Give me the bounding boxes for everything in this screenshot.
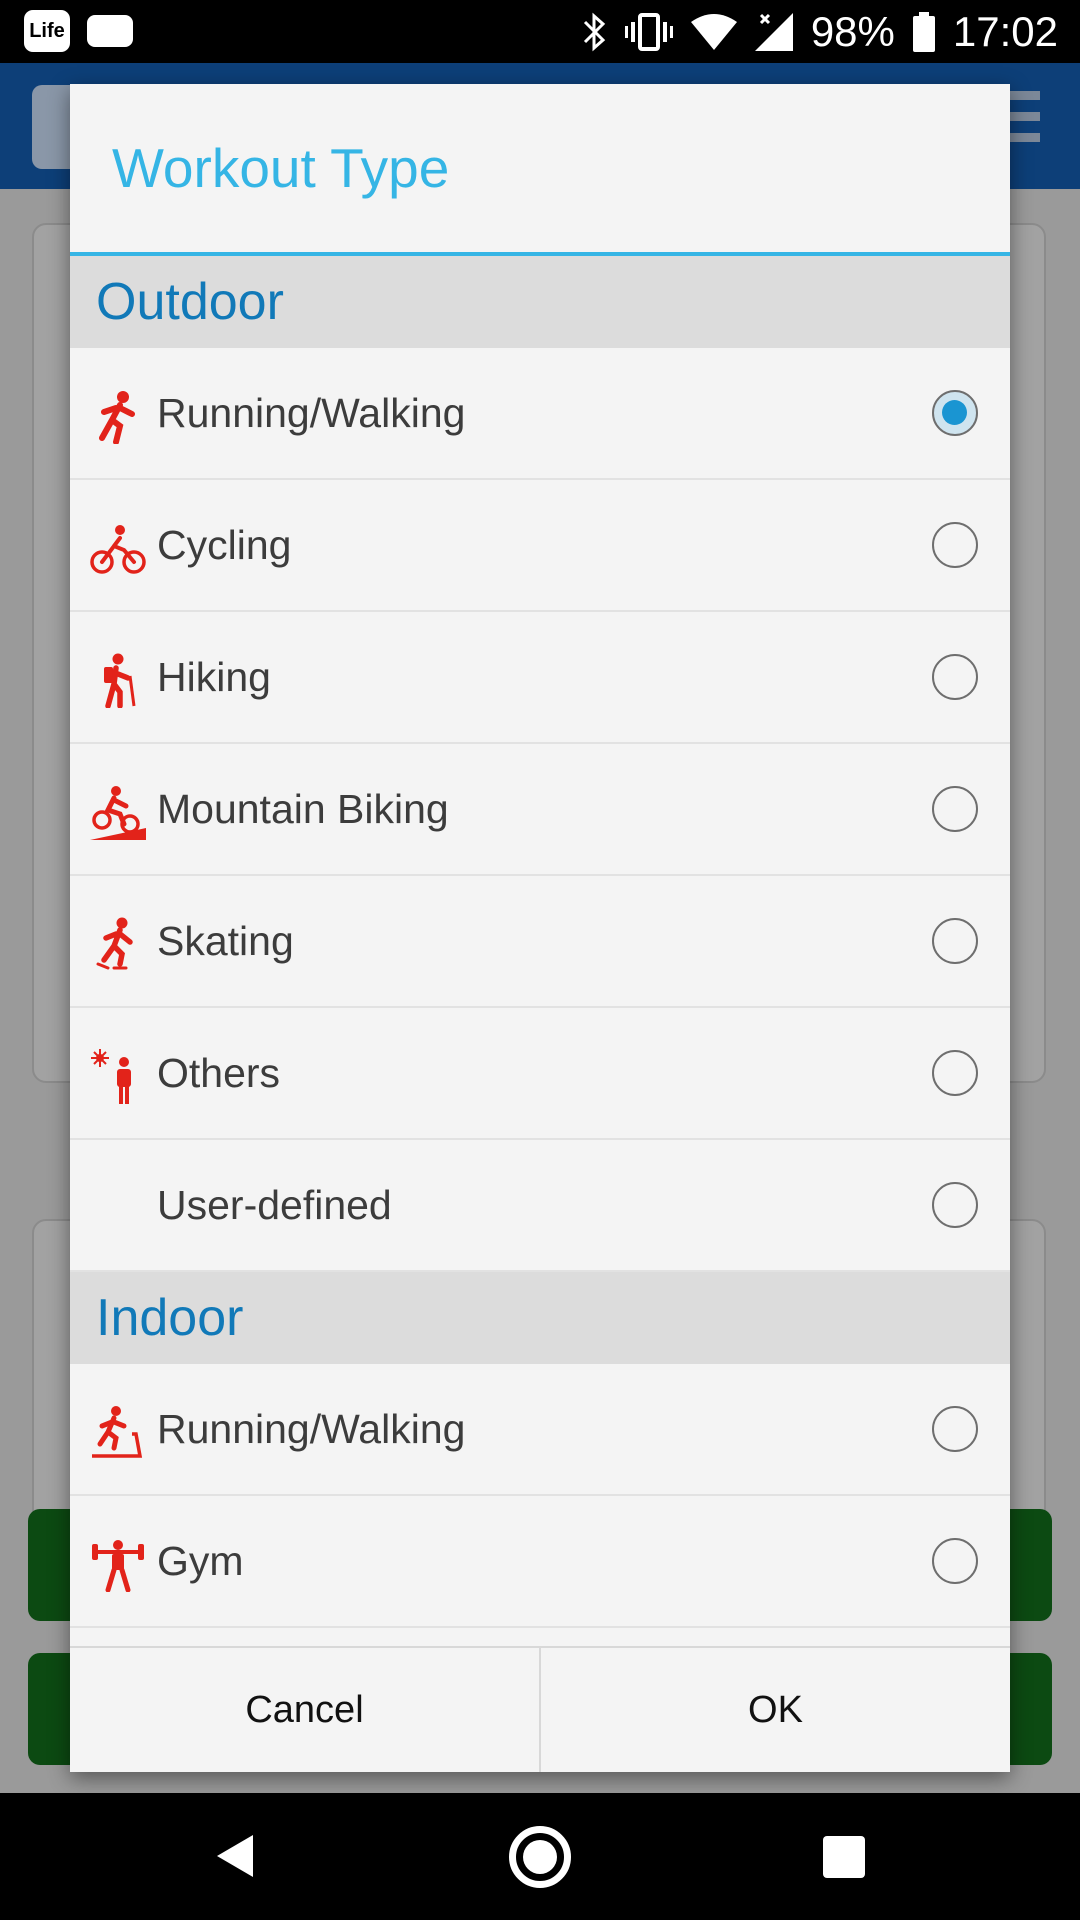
radio-button[interactable]	[932, 654, 978, 700]
battery-icon	[912, 11, 935, 52]
life-app-icon: Life	[24, 10, 70, 52]
hiking-icon	[104, 653, 136, 708]
list-item-outdoor-mountain-biking[interactable]: Mountain Biking	[70, 744, 1010, 876]
item-label: Cycling	[157, 521, 292, 568]
bluetooth-icon	[583, 12, 606, 51]
radio-button-selected[interactable]	[932, 390, 978, 436]
battery-percent: 98%	[810, 7, 895, 55]
section-header-indoor: Indoor	[70, 1272, 1010, 1364]
cancel-button[interactable]: Cancel	[70, 1648, 539, 1772]
cell-signal-icon	[754, 12, 793, 51]
section-header-outdoor: Outdoor	[70, 256, 1010, 348]
item-label: Running/Walking	[157, 389, 466, 436]
radio-button[interactable]	[932, 1050, 978, 1096]
clock: 17:02	[952, 7, 1058, 55]
list-item-outdoor-running-walking[interactable]: Running/Walking	[70, 348, 1010, 480]
home-icon[interactable]	[509, 1826, 571, 1888]
radio-button[interactable]	[932, 1406, 978, 1452]
workout-type-dialog: Workout Type Outdoor Running/Walking Cyc…	[70, 84, 1010, 1772]
workout-type-list[interactable]: Outdoor Running/Walking Cycling Hiking M…	[70, 256, 1010, 1628]
ok-button[interactable]: OK	[539, 1648, 1010, 1772]
recents-icon[interactable]	[823, 1836, 865, 1878]
skating-icon	[96, 917, 133, 970]
radio-button[interactable]	[932, 1538, 978, 1584]
radio-button[interactable]	[932, 786, 978, 832]
treadmill-icon	[92, 1406, 143, 1458]
vibrate-icon	[624, 12, 673, 51]
navigation-bar	[0, 1793, 1080, 1920]
cycling-icon	[90, 525, 146, 574]
back-icon[interactable]	[215, 1833, 255, 1879]
item-label: Hiking	[157, 653, 271, 700]
list-item-outdoor-cycling[interactable]: Cycling	[70, 480, 1010, 612]
radio-button[interactable]	[932, 522, 978, 568]
running-icon	[99, 391, 135, 444]
item-label: Gym	[157, 1537, 244, 1584]
list-item-outdoor-skating[interactable]: Skating	[70, 876, 1010, 1008]
item-label: User-defined	[157, 1181, 392, 1228]
status-bar: Life 98% 17:02	[0, 0, 1080, 63]
weightlifting-icon	[92, 1540, 144, 1592]
dialog-button-bar: Cancel OK	[70, 1646, 1010, 1772]
dialog-title: Workout Type	[112, 137, 450, 199]
message-icon	[87, 15, 133, 47]
list-item-indoor-running-walking[interactable]: Running/Walking	[70, 1364, 1010, 1496]
list-item-outdoor-user-defined[interactable]: User-defined	[70, 1140, 1010, 1272]
list-item-outdoor-hiking[interactable]: Hiking	[70, 612, 1010, 744]
wifi-icon	[690, 13, 737, 50]
radio-button[interactable]	[932, 1182, 978, 1228]
list-item-outdoor-others[interactable]: Others	[70, 1008, 1010, 1140]
radio-button[interactable]	[932, 918, 978, 964]
item-label: Others	[157, 1049, 281, 1096]
mountain-biking-icon	[90, 786, 146, 840]
outdoor-others-icon	[91, 1049, 131, 1104]
item-label: Running/Walking	[157, 1405, 466, 1452]
item-label: Mountain Biking	[157, 785, 449, 832]
item-label: Skating	[157, 917, 294, 964]
list-item-indoor-gym[interactable]: Gym	[70, 1496, 1010, 1628]
